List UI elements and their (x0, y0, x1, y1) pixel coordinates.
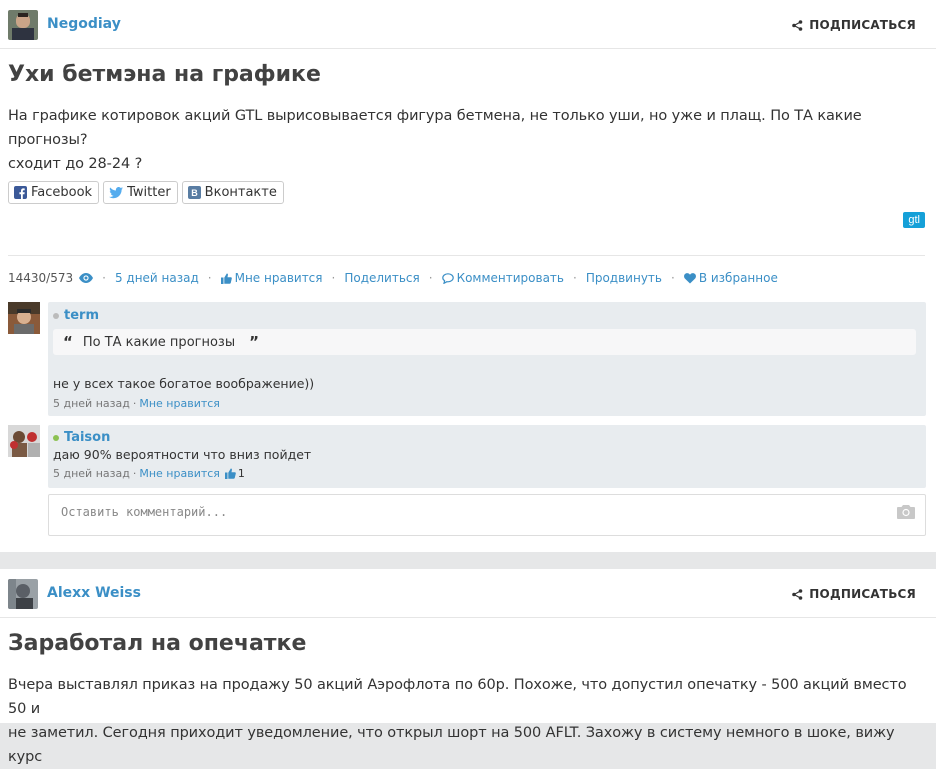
comment-input[interactable]: Оставить комментарий... (48, 494, 926, 536)
comment: Taison даю 90% вероятности что вниз пойд… (8, 425, 926, 488)
comment: term “ По ТА какие прогнозы ” не у всех … (8, 302, 926, 416)
comment-box: term “ По ТА какие прогнозы ” не у всех … (48, 302, 926, 416)
svg-text:B: B (191, 188, 198, 198)
camera-icon[interactable] (897, 505, 915, 519)
share-label: Twitter (127, 185, 171, 200)
commenter-name-text: term (64, 308, 99, 323)
vk-share-button[interactable]: B Вконтакте (181, 181, 284, 204)
like-label: Мне нравится (234, 271, 323, 285)
separator: · (207, 271, 212, 285)
comment-time[interactable]: 5 дней назад (53, 467, 130, 480)
post-author-bar: Alexx Weiss ПОДПИСАТЬСЯ (0, 569, 936, 618)
thumbs-up-icon (220, 273, 232, 284)
subscribe-label: ПОДПИСАТЬСЯ (809, 587, 916, 601)
separator: · (132, 467, 137, 480)
separator: · (102, 271, 106, 285)
close-quote-icon: ” (249, 333, 259, 351)
favorite-label: В избранное (698, 271, 778, 285)
post-body: Вчера выставлял приказ на продажу 50 акц… (8, 673, 928, 769)
post-body-line: На графике котировок акций GTL вырисовыв… (8, 108, 862, 148)
promote-link[interactable]: Продвинуть (586, 271, 662, 285)
commenter-avatar[interactable] (8, 302, 40, 334)
twitter-icon (109, 186, 124, 198)
like-count: 1 (237, 467, 245, 480)
comment-meta: 5 дней назад · Мне нравится 1 (53, 467, 245, 480)
offline-status-icon (53, 312, 59, 319)
comment-like-button[interactable]: Мне нравится (139, 467, 220, 480)
separator: · (428, 271, 433, 285)
comment-text: даю 90% вероятности что вниз пойдет (53, 447, 312, 462)
view-count: 14430/573 (8, 271, 74, 285)
subscribe-button[interactable]: ПОДПИСАТЬСЯ (792, 18, 916, 32)
divider (8, 255, 925, 256)
like-button[interactable]: Мне нравится (220, 271, 323, 285)
author-avatar[interactable] (8, 10, 38, 40)
favorite-button[interactable]: В избранное (683, 271, 778, 285)
vk-icon: B (187, 186, 201, 199)
post-title[interactable]: Заработал на опечатке (8, 631, 306, 656)
commenter-avatar[interactable] (8, 425, 40, 457)
author-avatar[interactable] (8, 579, 38, 609)
twitter-share-button[interactable]: Twitter (103, 181, 178, 204)
comment-input-placeholder: Оставить комментарий... (61, 505, 228, 519)
post-body: На графике котировок акций GTL вырисовыв… (8, 104, 928, 176)
comment-bubble-icon (441, 272, 454, 284)
post-body-line: не заметил. Сегодня приходит уведомление… (8, 725, 895, 765)
comment-box: Taison даю 90% вероятности что вниз пойд… (48, 425, 926, 488)
comment-time[interactable]: 5 дней назад (53, 397, 130, 410)
share-label: Facebook (31, 185, 93, 200)
comment-like-button[interactable]: Мне нравится (139, 397, 220, 410)
share-link[interactable]: Поделиться (344, 271, 419, 285)
facebook-share-button[interactable]: Facebook (8, 181, 100, 204)
thumbs-up-icon (224, 468, 236, 479)
separator: · (331, 271, 336, 285)
separator: · (671, 271, 675, 285)
quote-text: По ТА какие прогнозы (82, 334, 236, 350)
comment-meta: 5 дней назад · Мне нравится (53, 397, 220, 410)
author-name[interactable]: Alexx Weiss (47, 585, 141, 601)
post-body-line: Вчера выставлял приказ на продажу 50 акц… (8, 677, 907, 717)
comment-text: не у всех такое богатое воображение)) (53, 376, 315, 391)
post-author-bar: Negodiay ПОДПИСАТЬСЯ (0, 0, 936, 49)
commenter-name-text: Taison (64, 430, 111, 445)
comment-label: Комментировать (456, 271, 564, 285)
open-quote-icon: “ (63, 333, 73, 351)
eye-icon (79, 273, 94, 283)
heart-icon (683, 272, 696, 283)
share-buttons: Facebook Twitter B Вконтакте (8, 181, 284, 204)
post-tag[interactable]: gtl (903, 212, 925, 228)
post-time-link[interactable]: 5 дней назад (115, 271, 199, 285)
share-label: Вконтакте (204, 185, 277, 200)
commenter-name[interactable]: Taison (53, 430, 110, 445)
author-name[interactable]: Negodiay (47, 16, 121, 32)
share-nodes-icon (792, 588, 803, 600)
comment-button[interactable]: Комментировать (441, 271, 564, 285)
post-body-line: сходит до 28-24 ? (8, 156, 143, 172)
separator: · (573, 271, 577, 285)
subscribe-label: ПОДПИСАТЬСЯ (809, 18, 916, 32)
post-title[interactable]: Ухи бетмэна на графике (8, 62, 321, 87)
post-card: Negodiay ПОДПИСАТЬСЯ Ухи бетмэна на граф… (0, 0, 936, 552)
facebook-icon (14, 186, 27, 199)
separator: · (132, 397, 137, 410)
post-meta-bar: 14430/573 · 5 дней назад · Мне нравится … (8, 271, 778, 285)
post-card: Alexx Weiss ПОДПИСАТЬСЯ Заработал на опе… (0, 569, 936, 765)
online-status-icon (53, 434, 59, 441)
subscribe-button[interactable]: ПОДПИСАТЬСЯ (792, 587, 916, 601)
share-nodes-icon (792, 19, 803, 31)
commenter-name[interactable]: term (53, 308, 99, 323)
comment-quote: “ По ТА какие прогнозы ” (53, 329, 916, 355)
